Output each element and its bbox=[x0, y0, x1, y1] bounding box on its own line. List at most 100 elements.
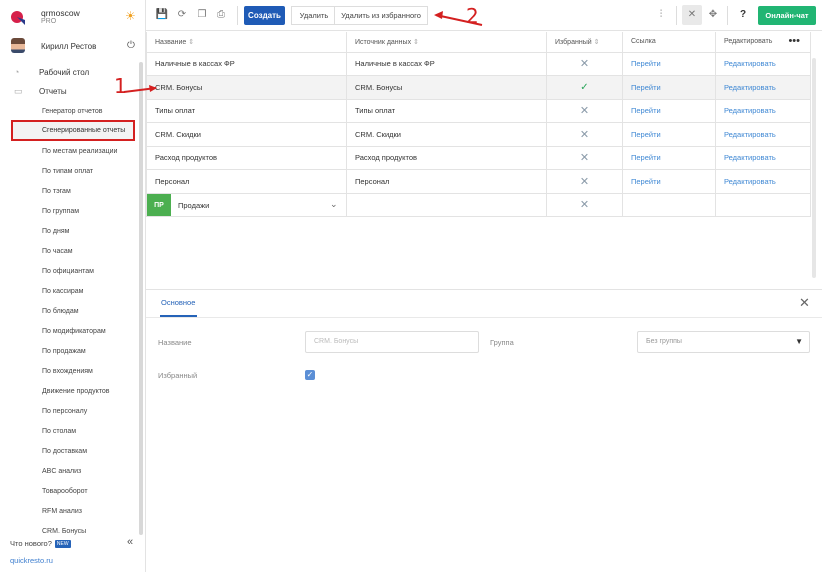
sidebar-item[interactable]: ABC анализ bbox=[42, 468, 81, 475]
close-icon[interactable]: ✕ bbox=[799, 295, 810, 311]
sidebar-item[interactable]: По доставкам bbox=[42, 448, 87, 455]
brand-logo-icon bbox=[11, 11, 25, 25]
column-header-favorite[interactable]: Избранный ⇕ bbox=[546, 32, 623, 53]
name-input[interactable]: CRM. Бонусы bbox=[305, 331, 479, 353]
sidebar-item[interactable]: По тэгам bbox=[42, 188, 71, 195]
cell-edit bbox=[715, 192, 811, 217]
cell-name: Расход продуктов bbox=[146, 145, 347, 170]
cell-source: Персонал bbox=[346, 169, 547, 194]
sidebar-item[interactable]: По часам bbox=[42, 248, 73, 255]
group-cell[interactable]: ПР Продажи ⌄ bbox=[146, 192, 347, 217]
group-select[interactable]: Без группы ▼ bbox=[637, 331, 810, 353]
cell-link[interactable]: Перейти bbox=[622, 169, 716, 194]
favorite-checkbox[interactable]: ✓ bbox=[305, 370, 315, 380]
table-row[interactable]: Типы оплат Типы оплат ✕ Перейти Редактир… bbox=[146, 98, 811, 123]
toolbar-divider bbox=[676, 6, 677, 25]
not-favorite-icon: ✕ bbox=[579, 128, 590, 141]
group-row[interactable]: ПР Продажи ⌄ ✕ bbox=[146, 192, 811, 217]
sidebar-item[interactable]: По столам bbox=[42, 428, 76, 435]
more-options-icon[interactable]: ••• bbox=[788, 35, 800, 47]
sidebar-item[interactable]: По местам реализации bbox=[42, 148, 117, 155]
annotation-number-2: 2 bbox=[466, 4, 479, 28]
copy-icon[interactable]: ❐ bbox=[195, 8, 209, 22]
power-icon[interactable]: ⏻ bbox=[127, 40, 135, 51]
cell-edit[interactable]: Редактировать bbox=[715, 169, 811, 194]
not-favorite-icon: ✕ bbox=[579, 199, 590, 212]
name-field-label: Название bbox=[158, 338, 192, 347]
sidebar-item-report-generator[interactable]: Генератор отчетов bbox=[42, 108, 102, 115]
sidebar-item-generated-reports[interactable]: Сгенерированные отчеты bbox=[11, 120, 135, 141]
tab-general[interactable]: Основное bbox=[161, 298, 195, 307]
create-button[interactable]: Создать bbox=[244, 6, 285, 25]
column-header-edit[interactable]: Редактировать ••• bbox=[715, 32, 811, 53]
sidebar-item[interactable]: По официантам bbox=[42, 268, 94, 275]
cell-link[interactable]: Перейти bbox=[622, 122, 716, 147]
group-badge: ПР bbox=[147, 193, 171, 216]
sidebar-item[interactable]: Движение продуктов bbox=[42, 388, 109, 395]
table-row[interactable]: Расход продуктов Расход продуктов ✕ Пере… bbox=[146, 145, 811, 170]
not-favorite-icon: ✕ bbox=[579, 105, 590, 118]
cell-link[interactable]: Перейти bbox=[622, 98, 716, 123]
nav-reports-label: Отчеты bbox=[39, 87, 67, 96]
cell-edit[interactable]: Редактировать bbox=[715, 98, 811, 123]
reports-table: Название ⇕ Источник данных ⇕ Избранный ⇕… bbox=[146, 32, 811, 219]
online-chat-button[interactable]: Онлайн-чат bbox=[758, 6, 816, 25]
column-header-link[interactable]: Ссылка bbox=[622, 32, 716, 53]
cell-favorite[interactable]: ✕ bbox=[546, 145, 623, 170]
cell-favorite[interactable]: ✕ bbox=[546, 122, 623, 147]
sidebar-item[interactable]: По продажам bbox=[42, 348, 86, 355]
sidebar-item[interactable]: По кассирам bbox=[42, 288, 84, 295]
sidebar-item[interactable]: Товарооборот bbox=[42, 488, 88, 495]
sidebar-item[interactable]: По дням bbox=[42, 228, 69, 235]
user-profile[interactable]: Кирилл Рестов ⏻ bbox=[10, 38, 136, 54]
cell-favorite[interactable]: ✕ bbox=[546, 51, 623, 76]
cell-favorite[interactable]: ✕ bbox=[546, 98, 623, 123]
cell-edit[interactable]: Редактировать bbox=[715, 122, 811, 147]
sidebar-item[interactable]: По типам оплат bbox=[42, 168, 93, 175]
delete-button[interactable]: Удалить bbox=[291, 6, 337, 25]
filter-sliders-icon[interactable]: ⫶ bbox=[654, 8, 668, 22]
favorite-field-label: Избранный bbox=[158, 371, 198, 380]
toolbar-divider bbox=[727, 6, 728, 25]
cell-favorite[interactable]: ✓ bbox=[546, 75, 623, 100]
cell-link[interactable]: Перейти bbox=[622, 51, 716, 76]
not-favorite-icon: ✕ bbox=[579, 152, 590, 165]
cell-source: Наличные в кассах ФР bbox=[346, 51, 547, 76]
chevron-down-icon[interactable]: ⌄ bbox=[330, 199, 338, 210]
sidebar-item[interactable]: CRM. Бонусы bbox=[42, 528, 86, 535]
help-icon[interactable]: ? bbox=[736, 8, 750, 22]
sidebar-item[interactable]: По группам bbox=[42, 208, 79, 215]
cell-link[interactable]: Перейти bbox=[622, 75, 716, 100]
brand[interactable]: qrmoscow PRO ☀ bbox=[10, 8, 136, 28]
sidebar-item[interactable]: RFM анализ bbox=[42, 508, 82, 515]
sidebar-item[interactable]: По персоналу bbox=[42, 408, 87, 415]
cell-source: Типы оплат bbox=[346, 98, 547, 123]
save-icon[interactable]: 💾 bbox=[155, 8, 169, 22]
refresh-icon[interactable]: ⟳ bbox=[175, 8, 189, 22]
site-link[interactable]: quickresto.ru bbox=[10, 556, 53, 565]
cell-favorite[interactable]: ✕ bbox=[546, 192, 623, 217]
cell-name: Наличные в кассах ФР bbox=[146, 51, 347, 76]
theme-sun-icon[interactable]: ☀ bbox=[125, 10, 136, 22]
sidebar-item[interactable]: По блюдам bbox=[42, 308, 79, 315]
print-icon[interactable]: ⎙ bbox=[214, 8, 228, 22]
column-header-name[interactable]: Название ⇕ bbox=[146, 32, 347, 53]
table-row-selected[interactable]: CRM. Бонусы CRM. Бонусы ✓ Перейти Редакт… bbox=[146, 75, 811, 100]
collapse-sidebar-icon[interactable]: « bbox=[127, 536, 133, 548]
cell-edit[interactable]: Редактировать bbox=[715, 51, 811, 76]
cell-edit[interactable]: Редактировать bbox=[715, 75, 811, 100]
cell-favorite[interactable]: ✕ bbox=[546, 169, 623, 194]
sidebar-item[interactable]: По модификаторам bbox=[42, 328, 106, 335]
move-icon[interactable]: ✥ bbox=[706, 8, 720, 22]
sidebar-scrollbar[interactable] bbox=[139, 62, 143, 535]
table-row[interactable]: CRM. Скидки CRM. Скидки ✕ Перейти Редакт… bbox=[146, 122, 811, 147]
sidebar-item[interactable]: По вхождениям bbox=[42, 368, 93, 375]
cell-link[interactable]: Перейти bbox=[622, 145, 716, 170]
whats-new-link[interactable]: Что нового? NEW bbox=[10, 539, 71, 548]
table-scrollbar[interactable] bbox=[812, 58, 816, 278]
column-header-source[interactable]: Источник данных ⇕ bbox=[346, 32, 547, 53]
table-row[interactable]: Персонал Персонал ✕ Перейти Редактироват… bbox=[146, 169, 811, 194]
table-row[interactable]: Наличные в кассах ФР Наличные в кассах Ф… bbox=[146, 51, 811, 76]
remove-from-favorites-button[interactable]: Удалить из избранного bbox=[334, 6, 428, 25]
cell-edit[interactable]: Редактировать bbox=[715, 145, 811, 170]
